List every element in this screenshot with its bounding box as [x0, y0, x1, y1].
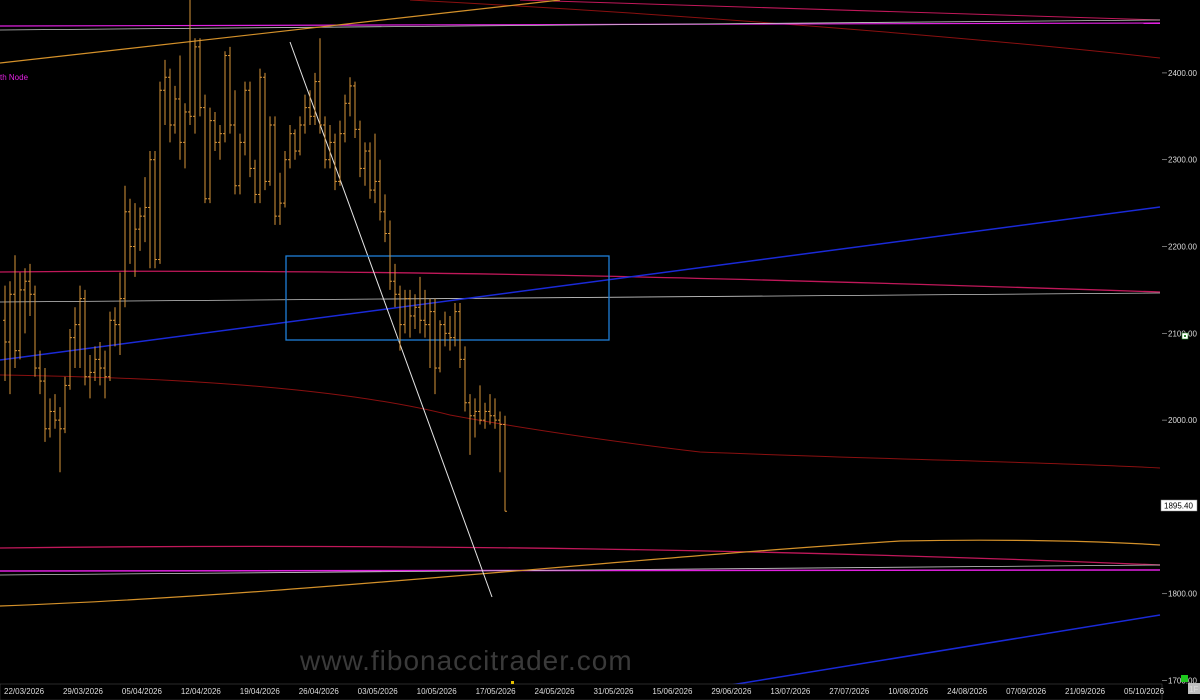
x-tick-label: 24/05/2026 [535, 687, 576, 696]
x-tick-label: 29/06/2026 [711, 687, 752, 696]
watermark: www.fibonaccitrader.com [299, 645, 633, 676]
current-bar-marker [511, 681, 514, 684]
x-tick-label: 26/04/2026 [299, 687, 340, 696]
y-tick-label: 2400.00 [1168, 69, 1197, 78]
price-chart[interactable]: th Node 2400.002300.002200.002100.002000… [0, 0, 1200, 700]
x-tick-label: 19/04/2026 [240, 687, 281, 696]
x-tick-label: 03/05/2026 [358, 687, 399, 696]
x-tick-label: 05/04/2026 [122, 687, 163, 696]
x-axis-bar [0, 683, 1163, 700]
x-tick-label: 15/06/2026 [652, 687, 693, 696]
x-tick-label: 13/07/2026 [770, 687, 811, 696]
x-tick-label: 29/03/2026 [63, 687, 104, 696]
y-axis-marker-icon [1181, 332, 1189, 340]
svg-text:1F: 1F [1189, 685, 1198, 694]
node-label: th Node [0, 73, 29, 82]
x-tick-label: 10/08/2026 [888, 687, 929, 696]
x-tick-label: 17/05/2026 [476, 687, 517, 696]
last-price-text: 1895.40 [1164, 502, 1193, 511]
x-tick-label: 12/04/2026 [181, 687, 222, 696]
x-tick-label: 22/03/2026 [4, 687, 45, 696]
y-tick-label: 1800.00 [1168, 590, 1197, 599]
y-tick-label: 2300.00 [1168, 156, 1197, 165]
y-tick-label: 2000.00 [1168, 416, 1197, 425]
x-tick-label: 24/08/2026 [947, 687, 988, 696]
y-tick-label: 2200.00 [1168, 243, 1197, 252]
x-tick-label: 21/09/2026 [1065, 687, 1106, 696]
last-price-tag: 1895.40 [1160, 499, 1198, 512]
x-tick-label: 07/09/2026 [1006, 687, 1047, 696]
x-tick-label: 10/05/2026 [417, 687, 458, 696]
x-tick-label: 05/10/2026 [1124, 687, 1165, 696]
x-tick-label: 27/07/2026 [829, 687, 870, 696]
x-tick-label: 31/05/2026 [593, 687, 634, 696]
